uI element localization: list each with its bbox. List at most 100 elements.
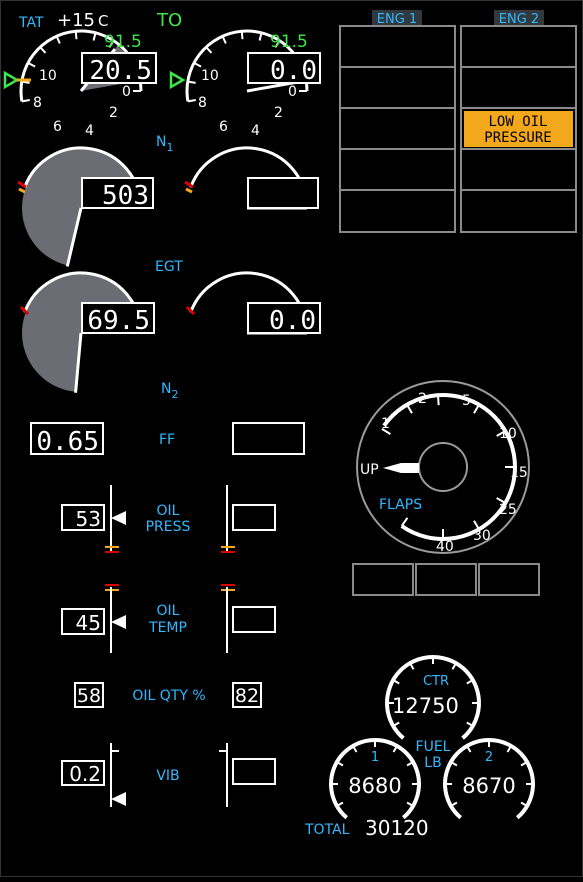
fuel-tank2-value: 8670 [462,774,515,798]
n1-eng2-gauge: 10 8 6 4 2 0 0.0 91.5 [169,29,321,139]
flaps-tick-2: 2 [418,391,427,407]
eng2-header: ENG 2 [499,12,539,27]
n2-eng2-gauge: 0.0 [185,271,321,336]
flaps-tick-5: 5 [462,393,471,409]
fuel-tank2-label: 2 [485,750,493,765]
n1-tick-8: 8 [33,95,42,111]
egt-amber-mark-eng1 [18,187,26,194]
n1b-tick-8: 8 [198,95,207,111]
alert-column-eng2: ENG 2 LOW OIL PRESSURE [460,10,577,233]
flaps-status-box-1 [352,563,414,596]
engine-display: TAT +15 C TO 10 8 6 4 2 0 20.5 91.5 10 8… [0,0,583,877]
oil-temp-box-eng2 [232,606,276,633]
oil-temp-pointer-eng1 [111,615,126,629]
ff-readout-eng1: 0.65 [36,427,99,457]
n1b-tick-6: 6 [219,119,228,135]
egt-readout-box-eng2 [247,177,319,209]
oil-press-eng1: 53 [61,485,126,553]
n1-tick-10: 10 [39,68,57,84]
n1-eng1-gauge: 10 8 6 4 2 0 20.5 91.5 [3,29,157,139]
vib-eng1-value: 0.2 [69,762,101,786]
fuel-total-label: TOTAL [304,822,350,838]
n2-label: N2 [161,381,178,401]
alert-column-eng1: ENG 1 [339,10,456,233]
oil-temp-label-1: OIL [157,603,180,619]
fuel-ctr-value: 12750 [392,694,459,718]
fuel-tank2-gauge: 2 8670 [443,738,535,820]
ff-label: FF [159,432,175,448]
fuel-tank1-gauge: 1 8680 [329,738,421,820]
egt-red-mark-eng1 [17,180,27,189]
flaps-status-box-2 [415,563,477,596]
flaps-tick-15: 15 [510,465,528,481]
n1a-tick-5 [74,31,78,40]
oil-temp-eng1-value: 45 [76,611,101,635]
egt-eng1-gauge: 503 [17,146,154,267]
n1a-tick-2 [27,61,36,68]
fuel-label-2: LB [424,755,441,771]
n1b-tick-2 [193,61,202,68]
vib-pointer-eng1 [111,792,126,806]
flaps-tick-mark-2 [436,395,440,406]
n1b-tick-4 [221,35,227,44]
tat-value: +15 [57,10,95,31]
fuel-tank1-value: 8680 [348,774,401,798]
fuel-tank1-label: 1 [371,750,379,765]
oil-press-box-eng2 [232,504,276,531]
n1b-tick-0: 0 [288,84,297,100]
n1-tick-0: 0 [122,84,131,100]
thrust-mode: TO [156,10,182,31]
flaps-tick-mark-3 [473,404,480,414]
n1b-tick-2: 2 [274,105,283,121]
vib-label: VIB [156,768,179,784]
n1b-tick-5 [240,31,244,40]
flaps-tick-10: 10 [499,426,517,442]
flaps-tick-mark-9 [400,517,409,527]
vib-eng1: 0.2 [61,743,126,807]
egt-amber-mark-eng2 [185,187,193,194]
n1-tick-2: 2 [109,105,118,121]
n2-readout-eng2: 0.0 [269,306,316,336]
oil-press-eng1-value: 53 [76,507,101,531]
n1b-tick-1 [187,80,196,84]
n2-readout-eng1: 69.5 [87,306,150,336]
flaps-tick-mark-1 [406,404,413,414]
fuel-ctr-label: CTR [423,674,449,689]
eicas-canvas: TAT +15 C TO 10 8 6 4 2 0 20.5 91.5 10 8… [3,10,577,840]
vib-box-eng2 [232,758,276,785]
n1-readout-eng2: 0.0 [270,56,317,86]
oil-press-label-1: OIL [157,503,180,519]
n1b-tick-4: 4 [251,123,260,139]
n1-readout-eng1: 20.5 [89,56,152,86]
fuel-label-1: FUEL [416,739,451,755]
egt-label: EGT [155,259,183,275]
eng1-header: ENG 1 [377,12,417,27]
n1-tick-6: 6 [53,119,62,135]
n1-ref-bug-eng2 [169,70,186,90]
n1a-tick-1 [21,80,30,84]
n1-ref-eng1: 91.5 [104,32,142,52]
egt-readout-eng1: 503 [102,181,149,211]
egt-eng2-gauge [184,146,319,210]
tat-unit: C [98,12,108,30]
flaps-gauge: UP 1 2 5 10 15 25 30 40 FLAPS [356,380,530,555]
n2-eng1-gauge: 69.5 [19,271,155,393]
oil-qty-label: OIL QTY % [132,688,205,704]
flaps-tick-40: 40 [436,539,454,555]
oil-temp-eng2 [221,584,276,653]
oil-qty-eng1: 58 [77,685,101,707]
low-oil-pressure-line1: LOW OIL [488,114,547,130]
n1-tick-4: 4 [85,123,94,139]
tat-label: TAT [18,15,44,31]
n1-ref-bug-eng1 [3,70,20,90]
ff-readout-box-eng2 [232,422,305,455]
n1a-tick-3 [39,46,47,54]
flaps-tick-30: 30 [473,528,491,544]
flaps-tick-1: 1 [381,416,390,432]
n1a-tick-0 [21,99,30,103]
oil-press-eng2 [221,485,276,553]
n1b-tick-0 [187,99,196,103]
fuel-ctr-gauge: CTR 12750 [385,654,481,740]
oil-qty-eng2: 82 [235,685,259,707]
n1a-tick-4 [55,35,61,44]
